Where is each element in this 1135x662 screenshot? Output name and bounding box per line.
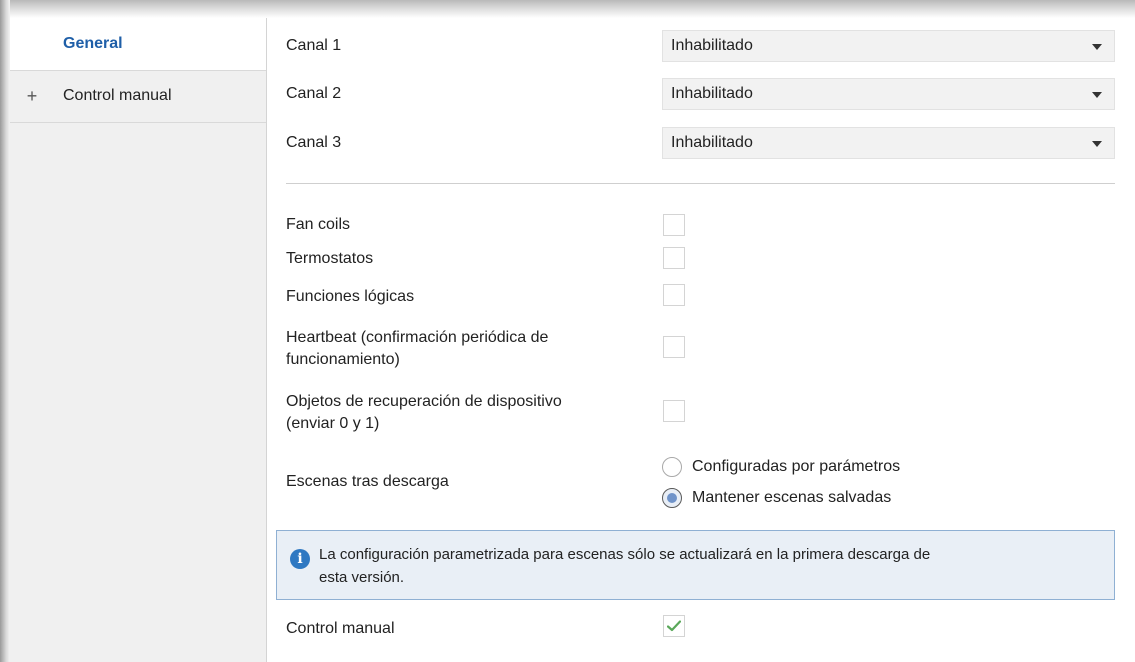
manual-control-checkbox[interactable] <box>663 615 685 637</box>
scenes-label: Escenas tras descarga <box>286 473 449 490</box>
heartbeat-label-line2: funcionamiento) <box>286 351 400 368</box>
window-shadow-left <box>0 0 10 662</box>
info-message: i La configuración parametrizada para es… <box>276 530 1115 600</box>
channel-2-label: Canal 2 <box>286 85 342 102</box>
chevron-down-icon <box>1092 44 1102 50</box>
fan-coils-checkbox[interactable] <box>663 214 685 236</box>
channel-1-select[interactable]: Inhabilitado <box>662 30 1115 62</box>
recovery-objects-label: Objetos de recuperación de dispositivo (… <box>286 391 562 435</box>
section-divider <box>286 183 1115 184</box>
recovery-objects-checkbox[interactable] <box>663 400 685 422</box>
recovery-objects-label-line1: Objetos de recuperación de dispositivo <box>286 393 562 410</box>
termostatos-checkbox[interactable] <box>663 247 685 269</box>
channel-3-label: Canal 3 <box>286 134 342 151</box>
funciones-logicas-label: Funciones lógicas <box>286 288 415 305</box>
sidebar-item-control-manual[interactable]: + Control manual <box>10 70 266 123</box>
radio-label: Configuradas por parámetros <box>692 458 901 475</box>
channel-1-value: Inhabilitado <box>671 37 753 54</box>
heartbeat-label: Heartbeat (confirmación periódica de fun… <box>286 327 548 371</box>
info-text-line2: esta versión. <box>319 569 405 586</box>
info-text-line1: La configuración parametrizada para esce… <box>319 546 931 563</box>
chevron-down-icon <box>1092 92 1102 98</box>
checkmark-icon <box>667 620 681 632</box>
heartbeat-checkbox[interactable] <box>663 336 685 358</box>
app-window: General + Control manual Canal 1 Inhabil… <box>0 0 1135 662</box>
sidebar: General + Control manual <box>10 18 267 662</box>
channel-3-select[interactable]: Inhabilitado <box>662 127 1115 159</box>
sidebar-item-general[interactable]: General <box>10 18 266 71</box>
sidebar-item-label: General <box>63 35 123 52</box>
window-shadow-top <box>10 0 1135 18</box>
funciones-logicas-checkbox[interactable] <box>663 284 685 306</box>
radio-button[interactable] <box>662 457 682 477</box>
sidebar-item-label: Control manual <box>63 87 172 104</box>
manual-control-label: Control manual <box>286 620 395 637</box>
info-text: La configuración parametrizada para esce… <box>319 543 1099 589</box>
channel-3-value: Inhabilitado <box>671 134 753 151</box>
termostatos-label: Termostatos <box>286 250 374 267</box>
recovery-objects-label-line2: (enviar 0 y 1) <box>286 415 380 432</box>
radio-button-selected[interactable] <box>662 488 682 508</box>
channel-1-label: Canal 1 <box>286 37 342 54</box>
expand-plus-icon[interactable]: + <box>10 86 54 107</box>
heartbeat-label-line1: Heartbeat (confirmación periódica de <box>286 329 549 346</box>
radio-label: Mantener escenas salvadas <box>692 489 892 506</box>
radio-configured-by-parameters[interactable]: Configuradas por parámetros <box>662 455 900 479</box>
channel-2-value: Inhabilitado <box>671 85 753 102</box>
chevron-down-icon <box>1092 141 1102 147</box>
parameters-panel: Canal 1 Inhabilitado Canal 2 Inhabilitad… <box>266 18 1135 662</box>
info-icon: i <box>290 549 310 569</box>
channel-2-select[interactable]: Inhabilitado <box>662 78 1115 110</box>
radio-keep-saved-scenes[interactable]: Mantener escenas salvadas <box>662 486 891 510</box>
fan-coils-label: Fan coils <box>286 216 351 233</box>
